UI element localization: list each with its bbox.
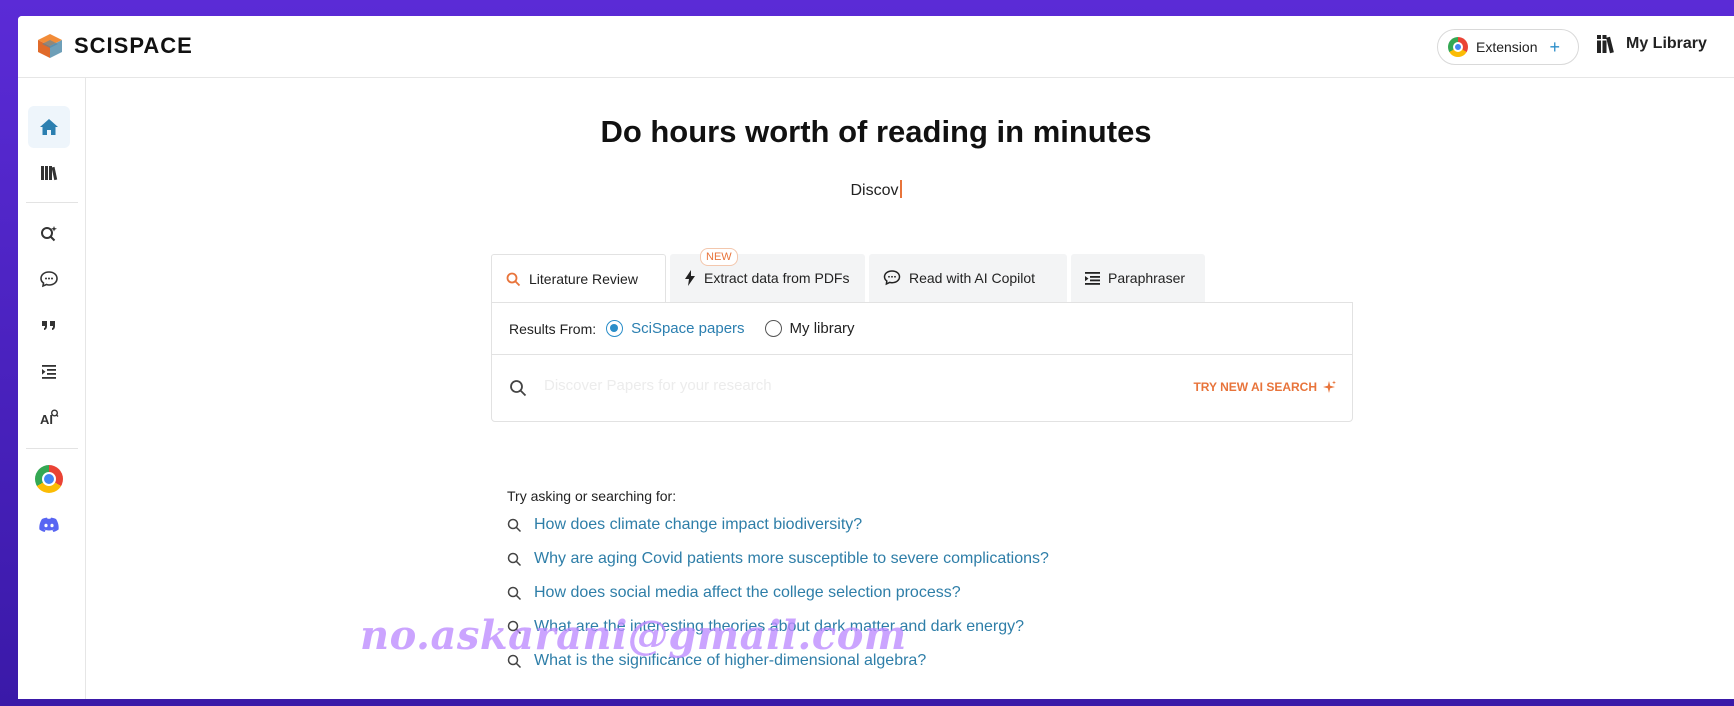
tab-label: Literature Review	[529, 271, 638, 287]
try-ai-label: TRY NEW AI SEARCH	[1193, 380, 1317, 394]
app-window: SCISPACE Extension + My Library AI Do ho…	[18, 16, 1734, 699]
sparkle-icon	[1323, 380, 1336, 393]
sidebar-divider	[26, 448, 78, 449]
search-icon	[507, 518, 522, 532]
top-header: SCISPACE Extension + My Library	[18, 16, 1734, 78]
suggestions-heading: Try asking or searching for:	[507, 488, 677, 504]
paraphrase-icon	[1085, 272, 1100, 285]
sidebar-item-citation[interactable]	[28, 304, 70, 346]
tab-label: Extract data from PDFs	[704, 270, 850, 286]
suggestion-item[interactable]: How does climate change impact biodivers…	[507, 516, 862, 534]
paraphrase-icon	[42, 365, 56, 379]
search-icon	[506, 272, 521, 286]
svg-text:AI: AI	[40, 412, 53, 427]
option-label: SciSpace papers	[631, 320, 745, 337]
tab-read-with-copilot[interactable]: Read with AI Copilot	[869, 254, 1067, 302]
search-row: TRY NEW AI SEARCH	[492, 356, 1352, 422]
text-caret	[899, 180, 902, 198]
my-library-label: My Library	[1626, 35, 1707, 52]
quote-icon	[42, 321, 55, 330]
extension-button[interactable]: Extension +	[1437, 29, 1579, 65]
chrome-icon	[1448, 37, 1468, 57]
suggestion-text: Why are aging Covid patients more suscep…	[534, 550, 1049, 567]
suggestion-item[interactable]: Why are aging Covid patients more suscep…	[507, 550, 1049, 568]
scispace-logo[interactable]: SCISPACE	[36, 32, 193, 60]
tab-label: Paraphraser	[1108, 270, 1186, 286]
sidebar-divider	[26, 202, 78, 203]
sidebar-item-discord[interactable]	[28, 504, 70, 546]
sidebar-item-ai-detector[interactable]: AI	[28, 396, 70, 438]
search-panel: Results From: SciSpace papers My library…	[491, 302, 1353, 422]
scispace-logo-icon	[38, 34, 62, 58]
chat-icon	[883, 270, 901, 286]
tab-label: Read with AI Copilot	[909, 270, 1036, 286]
sidebar-item-copilot[interactable]	[28, 258, 70, 300]
sidebar-item-literature-search[interactable]	[28, 212, 70, 254]
suggestion-item[interactable]: How does social media affect the college…	[507, 584, 961, 602]
discord-icon	[39, 517, 59, 532]
search-sparkle-icon	[41, 226, 57, 242]
left-sidebar: AI	[18, 78, 86, 699]
sidebar-item-paraphraser[interactable]	[28, 350, 70, 392]
email-watermark: no.askarani@gmail.com	[360, 612, 907, 659]
brand-name: SCISPACE	[74, 33, 193, 58]
suggestion-text: How does climate change impact biodivers…	[534, 516, 863, 533]
tab-extract-data[interactable]: Extract data from PDFs	[670, 254, 865, 302]
chrome-icon	[35, 465, 63, 493]
option-label: My library	[789, 320, 855, 337]
page-title: Do hours worth of reading in minutes	[600, 114, 1152, 149]
option-scispace-papers[interactable]: SciSpace papers	[606, 320, 745, 337]
typing-subtitle: Discov	[18, 180, 1734, 200]
lightning-icon	[685, 270, 695, 286]
suggestion-text: How does social media affect the college…	[534, 584, 961, 601]
radio-unselected[interactable]	[764, 320, 782, 337]
search-icon	[510, 380, 527, 397]
search-icon	[507, 552, 522, 566]
option-my-library[interactable]: My library	[764, 320, 855, 337]
results-from-row: Results From: SciSpace papers My library	[492, 303, 1352, 355]
chat-icon	[40, 271, 58, 288]
try-ai-search-button[interactable]: TRY NEW AI SEARCH	[1193, 380, 1336, 394]
tab-literature-review[interactable]: Literature Review	[491, 254, 666, 303]
extension-label: Extension	[1476, 39, 1538, 55]
tab-paraphraser[interactable]: Paraphraser	[1071, 254, 1205, 302]
plus-icon: +	[1549, 36, 1560, 57]
radio-selected[interactable]	[606, 320, 624, 337]
ai-detect-icon: AI	[40, 409, 59, 427]
subtitle-text: Discov	[850, 182, 899, 199]
sidebar-item-chrome-extension[interactable]	[28, 458, 70, 500]
search-input[interactable]	[544, 370, 1084, 400]
results-from-label: Results From:	[509, 320, 597, 337]
library-icon	[1597, 35, 1614, 54]
new-badge: NEW	[700, 248, 738, 266]
my-library-button[interactable]: My Library	[1596, 33, 1707, 55]
search-icon	[507, 586, 522, 600]
